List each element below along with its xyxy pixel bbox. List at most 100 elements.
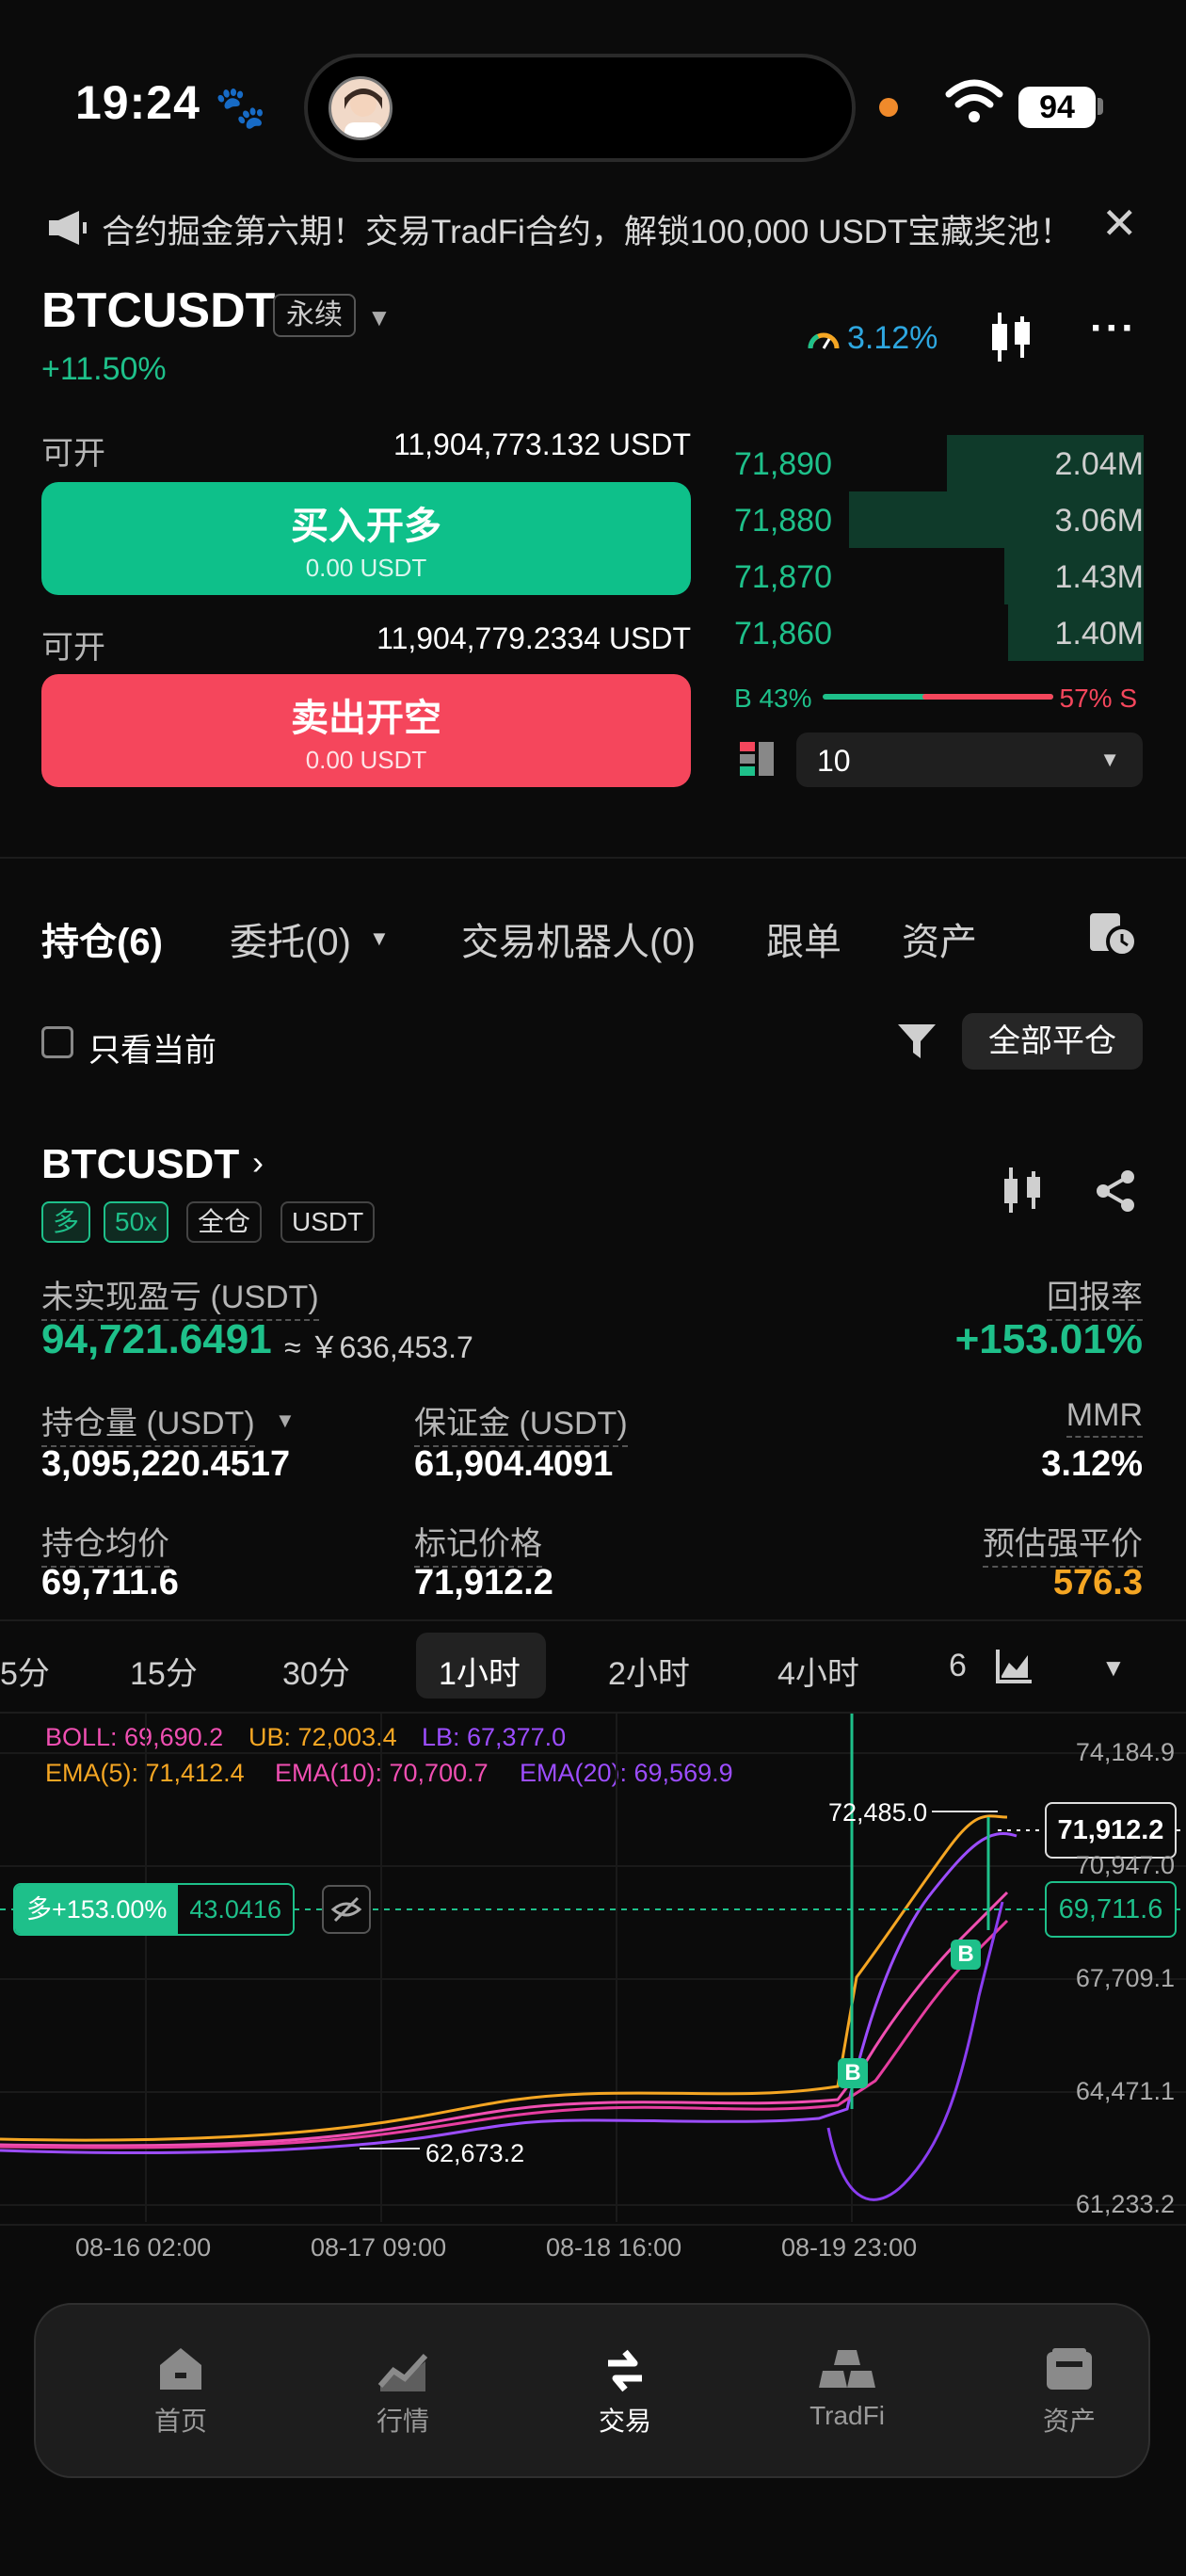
nav-markets[interactable]: 行情: [309, 2344, 497, 2439]
more-icon[interactable]: ···: [1090, 305, 1137, 352]
perpetual-tag: 永续: [273, 294, 356, 337]
y-tick: 74,184.9: [1075, 1738, 1175, 1766]
size-label: 持仓量 (USDT): [41, 1397, 255, 1447]
depth-select-value: 10: [817, 744, 851, 778]
entry-price: 69,711.6: [41, 1563, 179, 1602]
orderbook-row[interactable]: 71,860 1.40M: [734, 604, 1144, 661]
tab-bots[interactable]: 交易机器人(0): [461, 911, 696, 966]
x-tick: 08-18 16:00: [546, 2233, 682, 2262]
megaphone-icon: [47, 209, 88, 251]
position-symbol[interactable]: BTCUSDT: [41, 1141, 239, 1188]
banner-text[interactable]: 合约掘金第六期！交易TradFi合约，解锁100,000 USDT宝藏奖池！: [102, 205, 1072, 253]
tab-positions[interactable]: 持仓(6): [41, 911, 163, 966]
buy-amount: 0.00 USDT: [305, 554, 427, 582]
buy-long-button[interactable]: 买入开多 0.00 USDT: [41, 482, 691, 595]
tab-copy[interactable]: 跟单: [766, 911, 841, 966]
chevron-down-icon: ▼: [1099, 748, 1120, 771]
candlestick-icon[interactable]: [1000, 1166, 1045, 1219]
tab-orders[interactable]: 委托(0): [230, 911, 351, 966]
chevron-down-icon[interactable]: ▼: [367, 303, 392, 332]
divider: [0, 1619, 1186, 1621]
nav-markets-label: 行情: [376, 2407, 429, 2436]
position-tag-pnl: 多+153.00%: [15, 1885, 179, 1934]
chart-high-label: 72,485.0: [828, 1798, 928, 1827]
nav-assets[interactable]: 资产: [975, 2344, 1163, 2439]
depth-select[interactable]: 10 ▼: [796, 733, 1143, 787]
orderbook-row[interactable]: 71,870 1.43M: [734, 548, 1144, 604]
timeframe-4h[interactable]: 4小时: [777, 1648, 859, 1694]
chevron-down-icon[interactable]: ▼: [275, 1409, 296, 1433]
nav-tradfi[interactable]: TradFi: [753, 2344, 941, 2431]
only-current-checkbox[interactable]: [41, 1026, 73, 1058]
x-tick: 08-19 23:00: [781, 2233, 918, 2262]
timeframe-15m[interactable]: 15分: [130, 1648, 198, 1694]
orderbook-row[interactable]: 71,890 2.04M: [734, 435, 1144, 491]
currency-chip: USDT: [280, 1201, 376, 1243]
x-tick: 08-16 02:00: [75, 2233, 212, 2262]
ob-qty: 1.43M: [1054, 559, 1145, 595]
chevron-right-icon[interactable]: ›: [252, 1143, 264, 1183]
margin-label: 保证金 (USDT): [414, 1397, 628, 1447]
tab-assets[interactable]: 资产: [902, 911, 977, 966]
chevron-down-icon[interactable]: ▼: [369, 926, 390, 951]
position-tag-qty: 43.0416: [178, 1885, 293, 1934]
nav-home[interactable]: 首页: [87, 2344, 275, 2439]
only-current-label[interactable]: 只看当前: [88, 1024, 216, 1071]
mmr-label: MMR: [1066, 1397, 1143, 1438]
nav-assets-label: 资产: [1042, 2407, 1096, 2436]
y-tick: 61,233.2: [1075, 2190, 1175, 2218]
dynamic-island: [304, 54, 856, 162]
timeframe-30m[interactable]: 30分: [282, 1648, 350, 1694]
last-price-tag: 71,912.2: [1045, 1802, 1177, 1859]
chart-type-icon[interactable]: [996, 1648, 1034, 1688]
home-icon: [87, 2344, 275, 2401]
wallet-icon: [975, 2344, 1163, 2401]
divider: [0, 857, 1186, 859]
mark-price: 71,912.2: [414, 1563, 553, 1602]
entry-label: 持仓均价: [41, 1518, 169, 1568]
ob-price: 71,880: [734, 503, 832, 539]
chart-low-label: 62,673.2: [425, 2139, 525, 2167]
buy-label: 买入开多: [291, 506, 441, 547]
position-mmr: 3.12%: [1041, 1444, 1143, 1484]
recording-dot: [879, 98, 898, 117]
chevron-down-icon[interactable]: ▼: [1101, 1653, 1126, 1682]
timeframe-5m[interactable]: 5分: [0, 1648, 50, 1694]
candlestick-icon[interactable]: [986, 311, 1035, 368]
kline-chart[interactable]: [0, 1714, 1186, 2297]
position-tag[interactable]: 多+153.00% 43.0416: [13, 1883, 295, 1936]
sell-short-button[interactable]: 卖出开空 0.00 USDT: [41, 674, 691, 787]
pnl-cny: ≈ ￥636,453.7: [284, 1330, 473, 1364]
unrealized-pnl: 94,721.6491: [41, 1316, 272, 1362]
y-tick: 67,709.1: [1075, 1964, 1175, 1992]
y-tick: 64,471.1: [1075, 2077, 1175, 2105]
close-all-button[interactable]: 全部平仓: [962, 1013, 1143, 1070]
price-change: +11.50%: [41, 351, 167, 387]
timeframe-6h[interactable]: 6: [949, 1648, 967, 1684]
ratio-bar-sell: [922, 694, 1053, 700]
filter-icon[interactable]: [896, 1022, 938, 1065]
avatar: [329, 76, 393, 140]
position-size: 3,095,220.4517: [41, 1444, 291, 1484]
x-tick: 08-17 09:00: [311, 2233, 447, 2262]
close-icon[interactable]: ✕: [1101, 198, 1138, 249]
eye-off-icon[interactable]: [322, 1885, 371, 1934]
timeframe-2h[interactable]: 2小时: [608, 1648, 690, 1694]
ob-qty: 3.06M: [1054, 503, 1145, 539]
leverage-chip[interactable]: 50x: [104, 1201, 169, 1243]
position-margin: 61,904.4091: [414, 1444, 614, 1484]
divider: [0, 2224, 1186, 2226]
symbol-title[interactable]: BTCUSDT: [41, 282, 275, 339]
nav-trade[interactable]: 交易: [531, 2344, 719, 2439]
timeframe-1h[interactable]: 1小时: [439, 1648, 521, 1694]
liq-price: 576.3: [1052, 1563, 1143, 1602]
orderbook-row[interactable]: 71,880 3.06M: [734, 491, 1144, 548]
buy-available-value: 11,904,773.132 USDT: [393, 427, 691, 461]
history-icon[interactable]: [1088, 910, 1139, 963]
sell-ratio: 57% S: [1059, 684, 1138, 713]
gold-bars-icon: [753, 2344, 941, 2401]
layout-icon[interactable]: [740, 742, 774, 781]
share-icon[interactable]: [1094, 1169, 1137, 1217]
margin-mode-chip: 全仓: [186, 1201, 263, 1243]
risk-ratio[interactable]: 3.12%: [847, 320, 938, 357]
